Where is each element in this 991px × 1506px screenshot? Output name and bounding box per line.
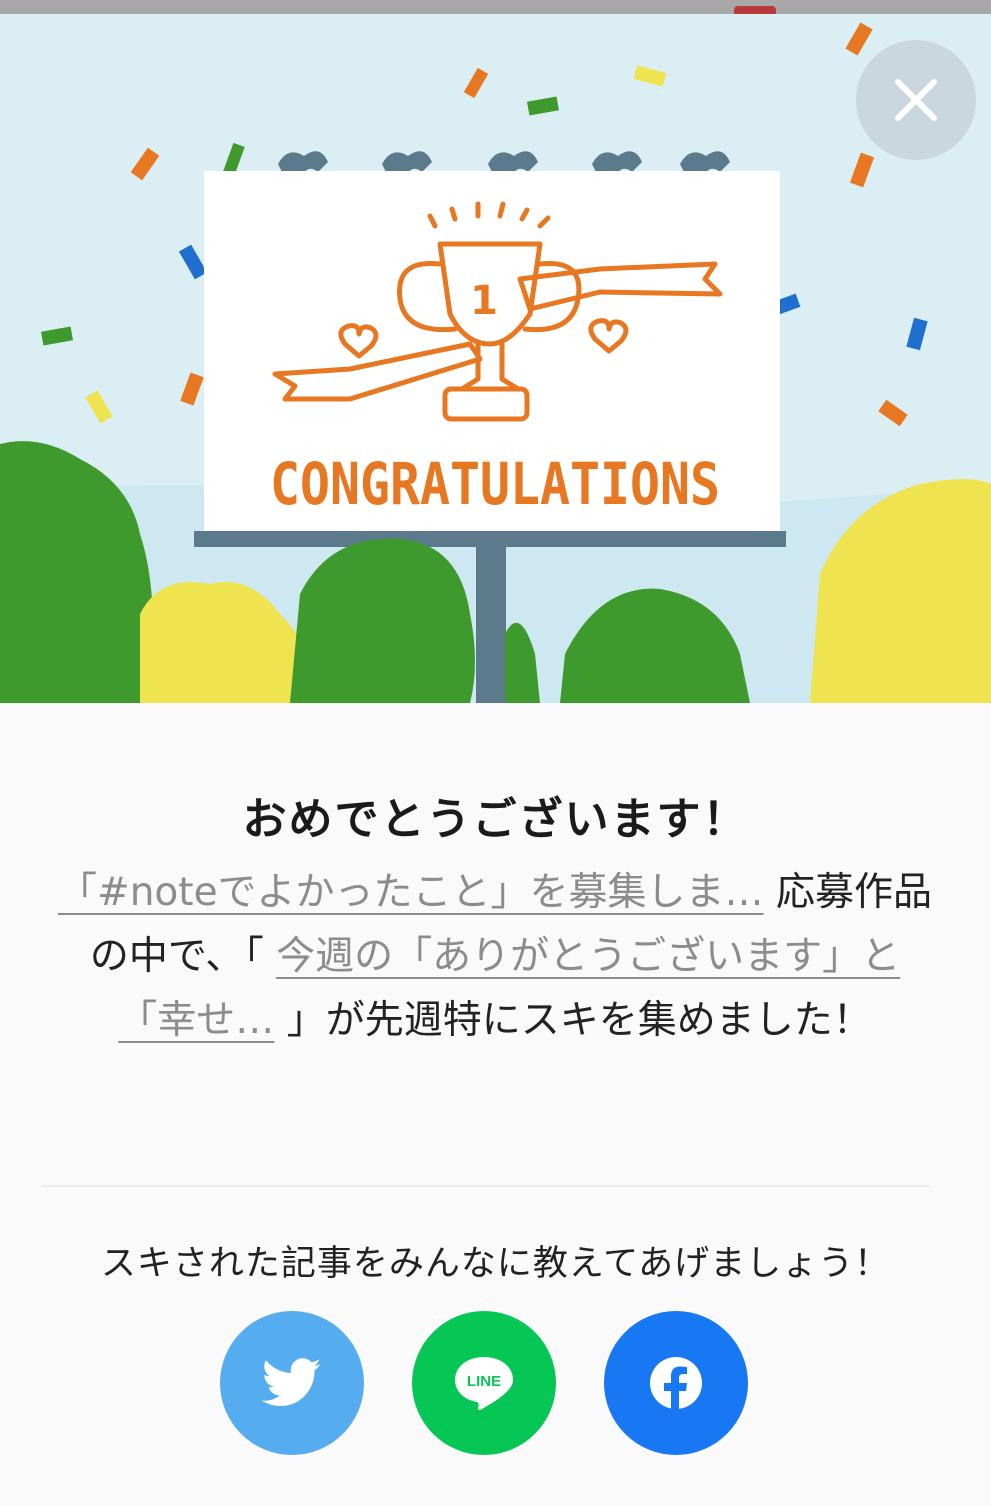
facebook-share-button[interactable]: [604, 1311, 748, 1455]
line-icon: LINE: [455, 1357, 513, 1411]
line-label: LINE: [467, 1373, 501, 1390]
congratulations-illustration: 1 CONGRATULATIONS: [0, 14, 991, 703]
divider: [42, 1185, 930, 1187]
close-button[interactable]: [856, 40, 976, 160]
dialog-title: おめでとうございます！: [242, 794, 749, 845]
twitter-bird-icon: [262, 1358, 321, 1406]
share-prompt: スキされた記事をみんなに教えてあげましょう！: [100, 1244, 891, 1284]
line-share-button[interactable]: LINE: [412, 1311, 556, 1455]
dialog-message: 「#noteでよかったこと」を募集しま… 応募作品の中で、「 今週の「ありがとう…: [55, 861, 935, 1053]
trophy-number: 1: [470, 278, 498, 324]
banner-text: CONGRATULATIONS: [270, 450, 720, 518]
facebook-icon: [650, 1357, 702, 1411]
twitter-share-button[interactable]: [220, 1311, 364, 1455]
billboard-ledge: [194, 531, 786, 547]
share-buttons: LINE: [0, 1311, 991, 1457]
billboard-pole: [476, 547, 506, 703]
message-text-2: 」が先週特にスキを集めました！: [274, 998, 872, 1043]
dialog-content: おめでとうございます！ 「#noteでよかったこと」を募集しま… 応募作品の中で…: [0, 703, 991, 1506]
close-icon: [895, 79, 937, 121]
contest-link[interactable]: 「#noteでよかったこと」を募集しま…: [58, 870, 764, 915]
status-bar: [0, 0, 991, 16]
